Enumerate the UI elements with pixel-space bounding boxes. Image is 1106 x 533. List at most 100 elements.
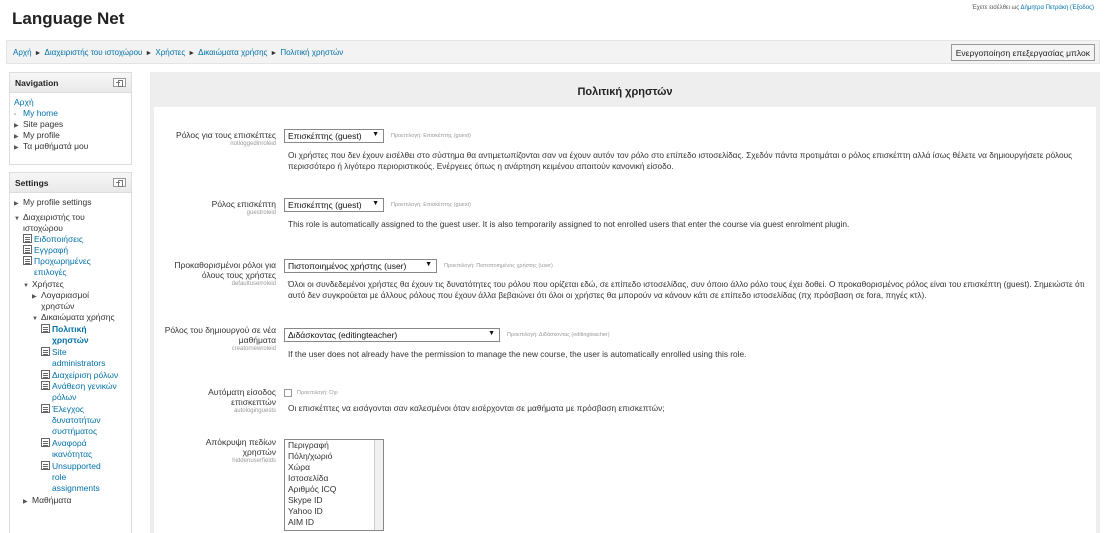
- list-option[interactable]: Αριθμός ICQ: [285, 484, 383, 495]
- breadcrumb-permissions[interactable]: Δικαιώματα χρήσης: [198, 48, 267, 57]
- logout-link[interactable]: (Έξοδος): [1070, 5, 1094, 11]
- breadcrumb-current[interactable]: Πολιτική χρηστών: [280, 48, 343, 57]
- list-option[interactable]: Περιγραφή: [285, 440, 383, 451]
- user-link[interactable]: Δήμητρα Πετράκη: [1021, 5, 1069, 11]
- settings-item-site-administrators-line2: administrators: [52, 358, 106, 368]
- default-value: Προεπιλογή: Επισκέπτης (guest): [391, 133, 471, 139]
- setting-label: Αυτόματη είσοδος επισκεπτών autologingues…: [181, 387, 276, 415]
- setting-description: This role is automatically assigned to t…: [288, 219, 850, 229]
- defaultuserroleid-select[interactable]: Πιστοποιημένος χρήστης (user) ▼: [284, 259, 437, 273]
- setting-label: Απόκρυψη πεδίων χρηστών hiddenuserfields: [196, 437, 276, 465]
- breadcrumb-home[interactable]: Αρχή: [13, 48, 32, 57]
- default-value: Προεπιλογή: Πιστοποιημένος χρήστης (user…: [444, 263, 553, 269]
- setting-description: Όλοι οι συνδεδεμένοι χρήστες θα έχουν τι…: [288, 279, 1085, 300]
- dropdown-arrow-icon: ▼: [372, 131, 379, 138]
- settings-item-assign-roles[interactable]: Ανάθεση γενικών: [41, 381, 117, 392]
- navigation-title: Navigation: [15, 78, 59, 88]
- site-title: Language Net: [12, 9, 125, 28]
- page-icon: [41, 370, 50, 379]
- list-option[interactable]: Ιστοσελίδα: [285, 473, 383, 484]
- settings-item-unsupported-line2: role: [52, 472, 67, 482]
- settings-item-advanced-line2: επιλογές: [34, 267, 67, 277]
- page-icon: [41, 438, 50, 447]
- notloggedinroleid-select[interactable]: Επισκέπτης (guest) ▼: [284, 129, 384, 143]
- listbox-scrollbar[interactable]: [374, 440, 383, 530]
- creatornewroleid-select[interactable]: Διδάσκοντας (editingteacher) ▼: [284, 328, 500, 342]
- settings-item-accounts-line2: χρηστών: [41, 301, 75, 311]
- setting-key: hiddenuserfields: [232, 458, 276, 464]
- page-icon: [41, 347, 50, 356]
- setting-key: guestroleid: [246, 210, 276, 216]
- login-info: Έχετε εισέλθει ως Δήμητρα Πετράκη (Έξοδο…: [972, 5, 1094, 11]
- navbar: Αρχή ► Διαχειριστής του ιστοχώρου ► Χρήστες ►…: [6, 40, 1100, 64]
- expand-arrow-icon: ▶: [14, 145, 19, 151]
- settings-item-check-permissions[interactable]: Έλεγχος: [41, 404, 84, 415]
- setting-description: Οι χρήστες που δεν έχουν εισέλθει στο σύ…: [288, 150, 1073, 171]
- settings-item-define-roles[interactable]: Διαχείριση ρόλων: [41, 370, 118, 381]
- settings-item-site-admin-line2: ιστοχώρου: [23, 223, 63, 233]
- list-option[interactable]: Πόλη/χωριό: [285, 451, 383, 462]
- settings-item-capability-report[interactable]: Αναφορά: [41, 438, 87, 449]
- setting-key: notloggedinroleid: [230, 141, 276, 147]
- list-option[interactable]: Χώρα: [285, 462, 383, 473]
- dropdown-arrow-icon: ▼: [372, 200, 379, 207]
- expand-arrow-icon: ▶: [23, 499, 28, 505]
- settings-item-site-administrators[interactable]: Site: [41, 347, 67, 358]
- collapse-arrow-icon: ▼: [32, 316, 38, 322]
- page-icon: [23, 256, 32, 265]
- settings-item-user-policies-line2: χρηστών: [52, 335, 89, 345]
- settings-item-unsupported-line3: assignments: [52, 483, 100, 493]
- settings-item-check-permissions-line2: δυνατοτήτων: [52, 415, 101, 425]
- list-option[interactable]: Skype ID: [285, 495, 383, 506]
- setting-description: If the user does not already have the pe…: [288, 349, 747, 359]
- collapse-arrow-icon: ▼: [23, 283, 29, 289]
- page-icon: [23, 245, 32, 254]
- settings-item-capability-report-line2: ικανότητας: [52, 449, 93, 459]
- setting-label: Ρόλος για τους επισκέπτες notloggedinrole…: [176, 130, 276, 147]
- settings-block: Settings ▶ My profile settings ▼ Διαχειρισ…: [9, 172, 132, 533]
- setting-label: Προκαθορισμένοι ρόλοι για όλους τους χρή…: [156, 260, 276, 288]
- page-icon: [41, 404, 50, 413]
- nav-item-home[interactable]: Αρχή: [14, 97, 34, 108]
- setting-label: Ρόλος του δημιουργού σε νέα μαθήματα crea…: [161, 325, 276, 353]
- list-option[interactable]: Yahoo ID: [285, 506, 383, 517]
- settings-title: Settings: [15, 178, 49, 188]
- default-value: Προεπιλογή: Επισκέπτης (guest): [391, 202, 471, 208]
- navigation-block: Navigation Αρχή ▫ My home ▶ Site pages ▶ My…: [9, 72, 132, 165]
- settings-item-registration[interactable]: Εγγραφή: [23, 245, 68, 256]
- setting-key: autologinguests: [233, 408, 276, 414]
- blocks-editing-button[interactable]: Ενεργοποίηση επεξεργασίας μπλοκ: [950, 44, 1095, 61]
- list-option[interactable]: AIM ID: [285, 517, 383, 528]
- main-content: Πολιτική χρηστών Ρόλος για τους επισκέπτ…: [150, 72, 1100, 533]
- page-icon: [41, 324, 50, 333]
- expand-arrow-icon: ▶: [14, 201, 19, 207]
- page-icon: [41, 461, 50, 470]
- collapse-arrow-icon: ▼: [14, 216, 20, 222]
- dropdown-arrow-icon: ▼: [425, 261, 432, 268]
- dock-icon[interactable]: [113, 178, 126, 187]
- setting-key: creatornewroleid: [231, 346, 276, 352]
- setting-label: Ρόλος επισκέπτη guestroleid: [211, 199, 276, 216]
- settings-item-check-permissions-line3: συστήματος: [52, 426, 98, 436]
- default-value: Προεπιλογή: Διδάσκοντας (editingteacher): [507, 332, 610, 338]
- settings-block-header: Settings: [10, 173, 131, 193]
- settings-item-my-profile[interactable]: ▶ My profile settings: [14, 197, 92, 210]
- settings-item-courses[interactable]: ▶ Μαθήματα: [23, 495, 71, 508]
- page-icon: [23, 234, 32, 243]
- autologinguests-checkbox[interactable]: [284, 389, 292, 397]
- settings-item-unsupported[interactable]: Unsupported: [41, 461, 101, 472]
- guestroleid-select[interactable]: Επισκέπτης (guest) ▼: [284, 198, 384, 212]
- settings-item-user-policies[interactable]: Πολιτική: [41, 324, 87, 335]
- settings-item-advanced[interactable]: Προχωρημένες: [23, 256, 91, 267]
- breadcrumb-users[interactable]: Χρήστες: [155, 48, 185, 57]
- nav-item-my-courses[interactable]: ▶ Τα μαθήματά μου: [14, 141, 88, 154]
- settings-item-notifications[interactable]: Ειδοποιήσεις: [23, 234, 83, 245]
- hiddenuserfields-listbox[interactable]: Περιγραφή Πόλη/χωριό Χώρα Ιστοσελίδα Αρι…: [284, 439, 384, 531]
- page-heading: Πολιτική χρηστών: [577, 86, 673, 98]
- default-value: Προεπιλογή: Όχι: [297, 390, 338, 396]
- dock-icon[interactable]: [113, 78, 126, 87]
- page-icon: [41, 381, 50, 390]
- login-prefix: Έχετε εισέλθει ως: [971, 5, 1020, 11]
- settings-item-assign-roles-line2: ρόλων: [52, 392, 77, 402]
- breadcrumb-site-admin[interactable]: Διαχειριστής του ιστοχώρου: [44, 48, 142, 57]
